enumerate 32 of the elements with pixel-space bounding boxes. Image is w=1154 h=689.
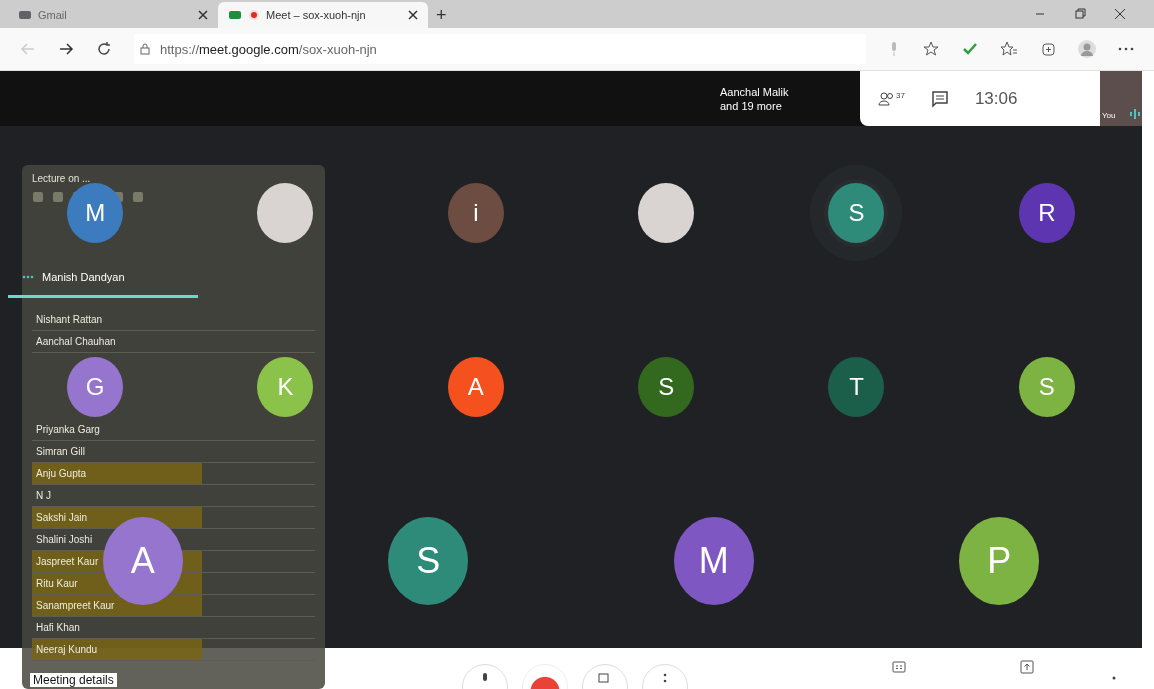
attendee-row: N J [32, 485, 315, 507]
participant-avatar: S [1018, 357, 1075, 417]
attendee-row: Neeraj Kundu [32, 639, 315, 661]
speaker-notice: and 19 more [720, 98, 783, 113]
participant-avatar: P [959, 517, 1040, 605]
speaker-notice: Aanchal Malik [720, 84, 790, 99]
address-field[interactable]: https://meet.google.com/sox-xuoh-njn [134, 34, 866, 64]
new-tab-button[interactable]: + [428, 2, 455, 28]
browser-tab[interactable]: Gmail [8, 2, 218, 28]
participant-avatar: M [673, 517, 754, 605]
attendee-row: Nishant Rattan [32, 309, 315, 331]
attendee-row: Hafi Khan [32, 617, 315, 639]
attendee-row: Aanchal Chauhan [32, 331, 315, 353]
panel-title: Lecture on ... [32, 173, 92, 185]
participant-avatar: S [638, 357, 695, 417]
browser-tab[interactable]: Meet – sox-xuoh-njn [218, 2, 428, 28]
clock-time: 13:06 [974, 88, 1018, 109]
participant-avatar: A [447, 357, 504, 417]
attendee-row: Sanampreet Kaur [32, 595, 315, 617]
attendee-row: Simran Gill [32, 441, 315, 463]
participant-avatar: S [388, 517, 469, 605]
participant-avatar: T [828, 357, 885, 417]
attendee-row: Anju Gupta [32, 463, 315, 485]
attendee-row: Ritu Kaur [32, 573, 315, 595]
attendee-row: Priyanka Garg [32, 419, 315, 441]
meeting-details-link[interactable]: Meeting details [30, 673, 117, 687]
speaker-name: Manish Dandyan [42, 271, 125, 283]
self-label: You [1102, 111, 1116, 120]
participants-button[interactable]: 37 [878, 90, 905, 107]
participant-avatar: R [1018, 183, 1075, 243]
participant-avatar: i [447, 183, 504, 243]
attendee-row: Sakshi Jain [32, 507, 315, 529]
